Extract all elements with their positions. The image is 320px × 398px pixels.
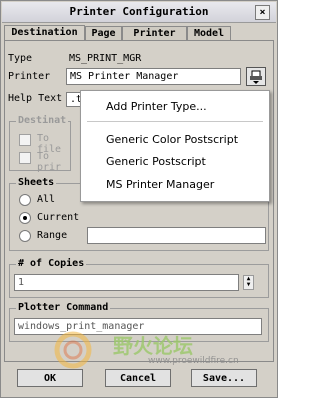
range-input[interactable] — [87, 227, 266, 244]
printer-select[interactable]: MS Printer Manager — [66, 68, 241, 85]
watermark-text: 野火论坛 — [113, 334, 193, 358]
type-value: MS_PRINT_MGR — [69, 53, 142, 64]
tab-page[interactable]: Page — [85, 26, 122, 40]
destination-group-title: Destinat — [16, 115, 69, 126]
cancel-button[interactable]: Cancel — [105, 369, 171, 387]
destination-group: Destinat To file To prir — [9, 115, 71, 173]
menu-item-ms-printer-manager[interactable]: MS Printer Manager — [106, 178, 214, 191]
copies-stepper[interactable]: ▲ ▼ — [243, 275, 254, 290]
menu-item-generic-postscript[interactable]: Generic Postscript — [106, 155, 206, 168]
to-printer-checkbox[interactable] — [19, 152, 31, 164]
sheets-current-radio[interactable] — [19, 212, 31, 224]
copies-group: # of Copies 1 ▲ ▼ — [9, 258, 269, 298]
flame-logo-icon — [54, 331, 92, 369]
to-file-checkbox[interactable] — [19, 134, 31, 146]
type-label: Type — [8, 53, 33, 64]
sheets-all-label: All — [37, 194, 56, 205]
copies-title: # of Copies — [16, 258, 87, 269]
to-printer-label: To prir — [37, 151, 62, 173]
printer-label: Printer — [8, 71, 51, 82]
printer-configuration-dialog: Printer Configuration × Destination Page… — [0, 0, 278, 398]
window-titlebar: Printer Configuration × — [2, 2, 276, 23]
sheets-range-radio[interactable] — [19, 230, 31, 242]
save-button[interactable]: Save... — [191, 369, 257, 387]
help-text-label: Help Text — [8, 93, 63, 104]
printer-dropdown-menu: Add Printer Type... Generic Color Postsc… — [80, 90, 270, 202]
ok-button[interactable]: OK — [17, 369, 83, 387]
close-icon[interactable]: × — [255, 5, 270, 20]
copies-input[interactable]: 1 — [14, 274, 239, 291]
sheets-all-radio[interactable] — [19, 194, 31, 206]
tab-model[interactable]: Model — [187, 26, 231, 40]
tab-destination[interactable]: Destination — [4, 25, 85, 41]
printer-dropdown-button[interactable] — [246, 67, 266, 86]
tab-printer[interactable]: Printer — [122, 26, 187, 40]
sheets-title: Sheets — [16, 177, 57, 188]
menu-separator — [87, 121, 263, 122]
plotter-title: Plotter Command — [16, 302, 111, 313]
menu-item-add-printer-type[interactable]: Add Printer Type... — [106, 100, 207, 113]
sheets-range-label: Range — [37, 230, 68, 241]
sheets-current-label: Current — [37, 212, 80, 223]
menu-item-generic-color-postscript[interactable]: Generic Color Postscript — [106, 133, 238, 146]
window-title: Printer Configuration — [69, 5, 209, 18]
watermark-url: www.proewildfire.cn — [148, 356, 239, 366]
printer-dropdown-icon — [250, 70, 262, 84]
